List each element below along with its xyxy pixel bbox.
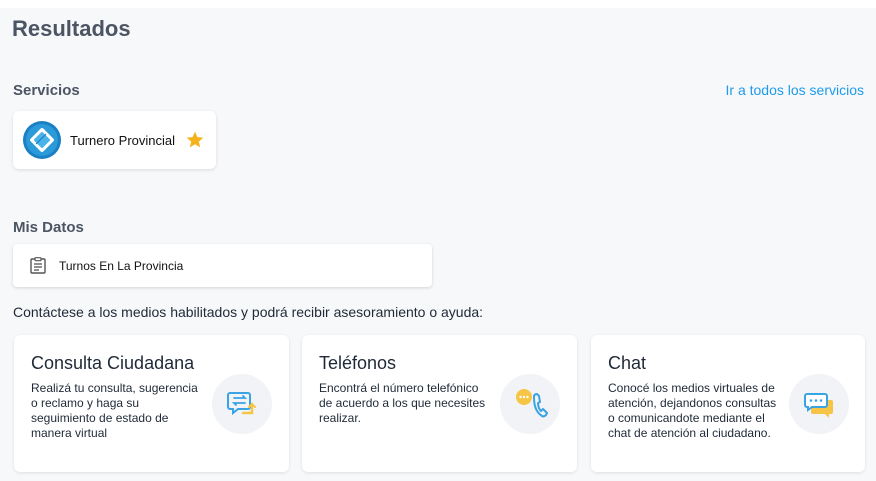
contact-card-telefonos[interactable]: Teléfonos Encontrá el número telefónico … bbox=[302, 335, 577, 472]
card-title: Consulta Ciudadana bbox=[31, 353, 195, 373]
card-description: Conocé los medios virtuales de atención,… bbox=[608, 381, 777, 440]
card-title: Chat bbox=[608, 353, 647, 373]
chat-bubbles-icon bbox=[804, 393, 833, 418]
chat-exchange-icon bbox=[227, 392, 256, 416]
contact-card-consulta[interactable]: Consulta Ciudadana Realizá tu consulta, … bbox=[14, 335, 289, 472]
card-icon-circle bbox=[789, 374, 849, 434]
all-services-link[interactable]: Ir a todos los servicios bbox=[726, 82, 865, 98]
phone-icon bbox=[516, 389, 548, 418]
page-title: Resultados bbox=[12, 16, 131, 41]
datos-item-label: Turnos En La Provincia bbox=[59, 258, 184, 273]
card-icon-circle bbox=[500, 374, 560, 434]
turnero-logo-icon bbox=[23, 121, 61, 159]
mis-datos-heading: Mis Datos bbox=[13, 219, 84, 236]
document-icon bbox=[30, 257, 46, 274]
datos-item-turnos[interactable]: Turnos En La Provincia bbox=[13, 244, 432, 287]
service-card-turnero[interactable]: Turnero Provincial bbox=[13, 111, 216, 169]
contact-intro: Contáctese a los medios habilitados y po… bbox=[13, 304, 484, 320]
servicios-heading: Servicios bbox=[13, 82, 80, 99]
card-description: Realizá tu consulta, sugerencia o reclam… bbox=[31, 381, 198, 440]
service-name: Turnero Provincial bbox=[70, 132, 176, 148]
card-title: Teléfonos bbox=[319, 353, 397, 373]
card-description: Encontrá el número telefónico de acuerdo… bbox=[319, 381, 486, 425]
card-icon-circle bbox=[212, 374, 272, 434]
contact-card-chat[interactable]: Chat Conocé los medios virtuales de aten… bbox=[591, 335, 865, 472]
favorite-star-icon[interactable] bbox=[185, 130, 205, 150]
